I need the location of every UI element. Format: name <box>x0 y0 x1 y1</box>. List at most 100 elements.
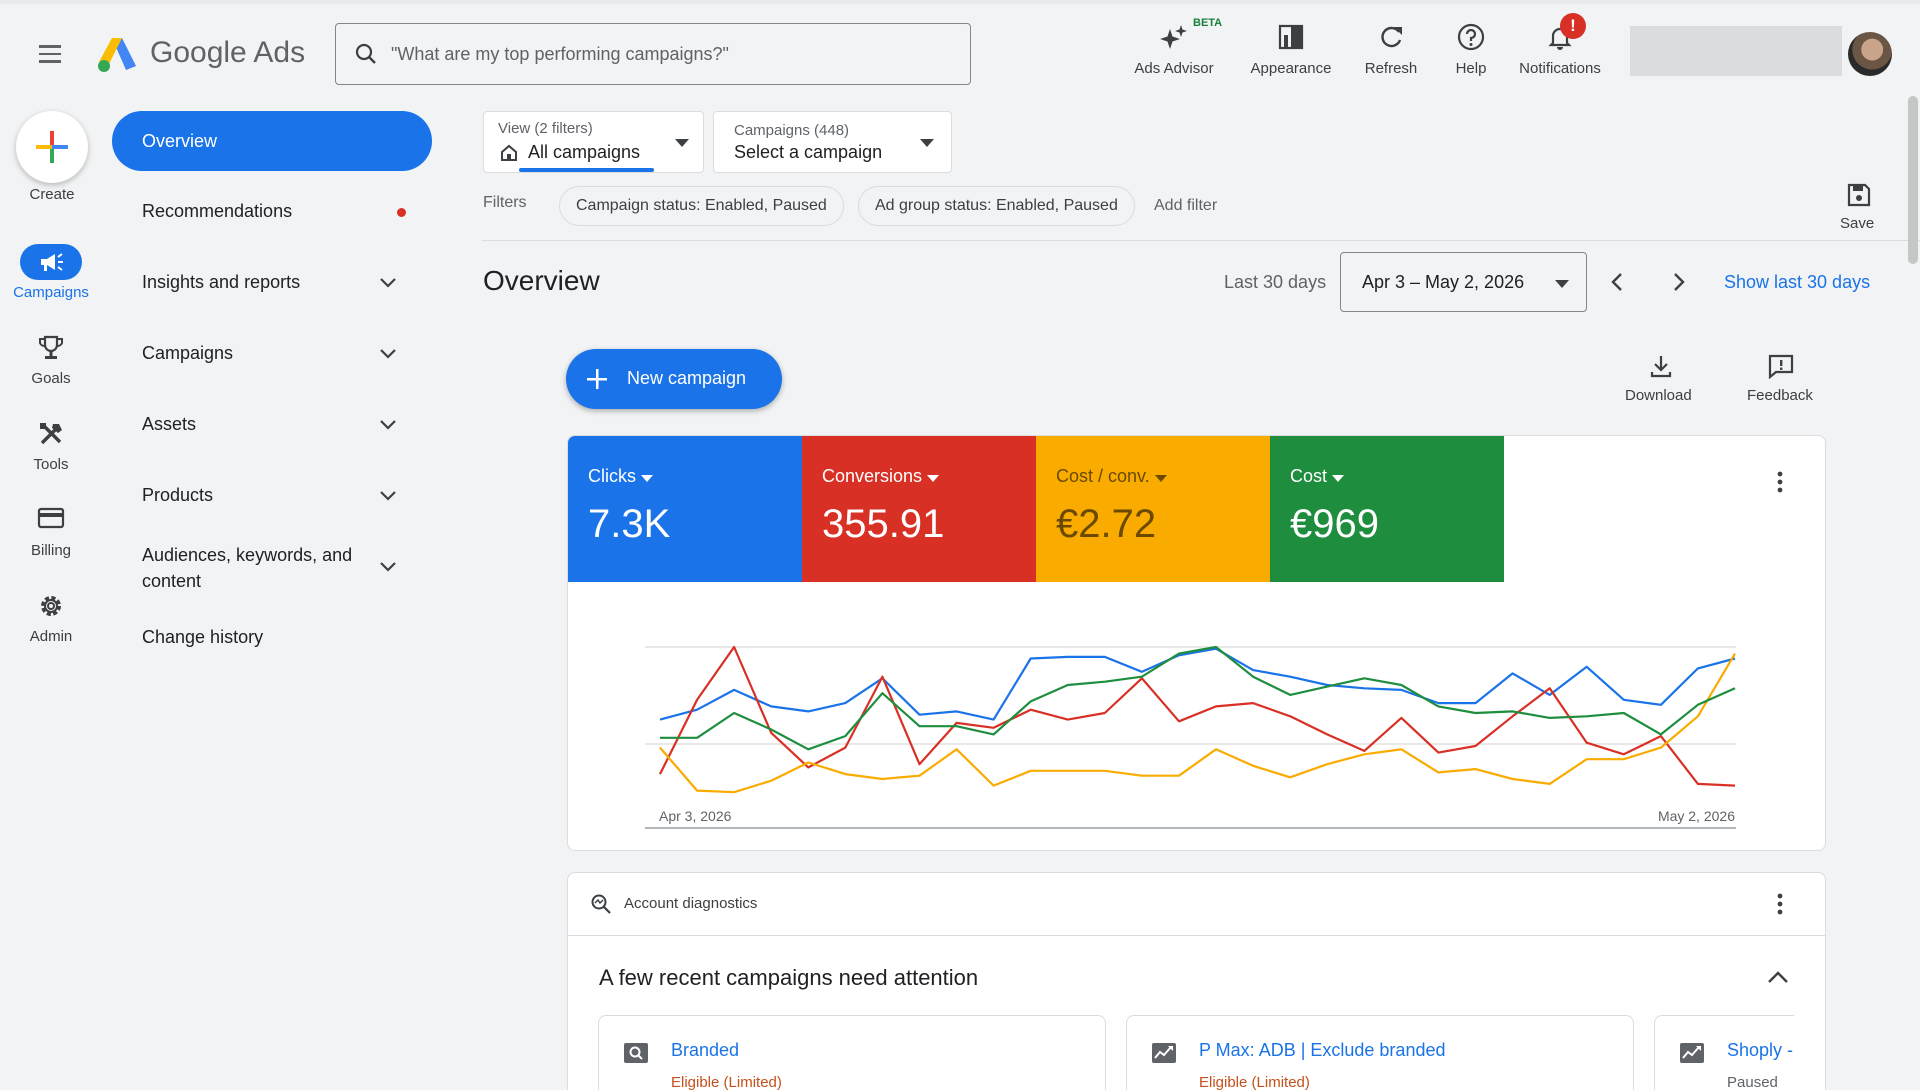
view-filter-dropdown[interactable]: View (2 filters) All campaigns <box>483 111 704 173</box>
nav-campaigns[interactable]: Campaigns <box>142 343 233 364</box>
page-title: Overview <box>483 265 600 296</box>
filters-label: Filters <box>483 194 527 211</box>
rail-campaigns-label: Campaigns <box>13 284 89 301</box>
avatar[interactable] <box>1848 32 1892 76</box>
metric-tile-conversions[interactable]: Conversions 355.91 <box>802 436 1036 582</box>
nav-products[interactable]: Products <box>142 485 213 506</box>
rail-goals-label: Goals <box>31 370 71 387</box>
series-line-cost <box>660 645 1736 751</box>
campaign-name[interactable]: P Max: ADB | Exclude branded <box>1199 1040 1445 1061</box>
account-selector[interactable] <box>1630 26 1842 76</box>
sparkle-icon <box>1160 25 1187 49</box>
nav-insights-and-reports[interactable]: Insights and reports <box>142 272 300 293</box>
dropdown-arrow-icon <box>920 139 934 147</box>
active-view-indicator <box>519 168 654 172</box>
rail-tools-label: Tools <box>33 456 69 473</box>
campaign-name[interactable]: Branded <box>671 1040 739 1061</box>
save-button[interactable]: Save <box>1840 215 1874 232</box>
rail-billing-label: Billing <box>30 542 72 559</box>
megaphone-icon <box>41 253 63 271</box>
nav-assets[interactable]: Assets <box>142 414 196 435</box>
metric-value: 355.91 <box>822 502 945 546</box>
divider <box>482 240 1920 241</box>
dropdown-arrow-icon <box>675 139 689 147</box>
line-chart: Apr 3, 2026 May 2, 2026 <box>645 645 1736 829</box>
recommendations-dot <box>397 208 406 217</box>
refresh-button[interactable]: Refresh <box>1360 20 1422 77</box>
google-ads-logo[interactable] <box>96 36 138 74</box>
beta-badge: BETA <box>1193 17 1223 29</box>
chevron-down-icon[interactable] <box>378 276 398 290</box>
range-label: Last 30 days <box>1224 272 1327 292</box>
chevron-up-icon[interactable] <box>1766 969 1790 985</box>
appearance-button[interactable]: Appearance <box>1242 20 1340 77</box>
tools-icon <box>40 423 62 445</box>
dropdown-arrow-icon <box>927 475 940 482</box>
new-campaign-button[interactable]: New campaign <box>566 349 782 409</box>
rail-admin[interactable] <box>1 592 101 620</box>
filter-chip-ad-group-status[interactable]: Ad group status: Enabled, Paused <box>858 186 1135 226</box>
nav-change-history[interactable]: Change history <box>142 627 263 648</box>
pmax-campaign-icon <box>1152 1043 1176 1063</box>
nav-overview[interactable]: Overview <box>112 111 432 171</box>
plus-icon <box>36 131 68 163</box>
feedback-button[interactable]: Feedback <box>1747 387 1813 404</box>
trophy-icon <box>39 335 63 359</box>
chevron-down-icon[interactable] <box>378 347 398 361</box>
home-icon <box>501 144 517 161</box>
search-icon <box>355 43 376 64</box>
show-last-30-days-link[interactable]: Show last 30 days <box>1724 272 1870 293</box>
metric-tile-clicks[interactable]: Clicks 7.3K <box>568 436 802 582</box>
more-vert-icon[interactable] <box>1777 471 1783 493</box>
chevron-right-icon[interactable] <box>1668 271 1688 293</box>
download-button[interactable]: Download <box>1625 387 1692 404</box>
gear-icon <box>41 596 61 616</box>
dropdown-arrow-icon <box>1332 475 1345 482</box>
campaign-status: Eligible (Limited) <box>671 1074 782 1090</box>
metric-tile-cost[interactable]: Cost €969 <box>1270 436 1504 582</box>
top-bar: Google Ads "What are my top performing c… <box>0 0 1920 100</box>
campaign-card[interactable]: Branded Eligible (Limited) <box>598 1015 1106 1090</box>
date-range-value: Apr 3 – May 2, 2026 <box>1362 272 1525 292</box>
chevron-left-icon[interactable] <box>1608 271 1628 293</box>
refresh-icon <box>1381 26 1402 48</box>
help-icon <box>1457 23 1485 51</box>
campaign-card[interactable]: Shoply - Paused <box>1654 1015 1794 1090</box>
scrollbar-thumb[interactable] <box>1908 96 1918 264</box>
chevron-down-icon[interactable] <box>378 418 398 432</box>
x-tick-start: Apr 3, 2026 <box>659 808 732 824</box>
dropdown-arrow-icon <box>1555 280 1569 288</box>
more-vert-icon[interactable] <box>1777 893 1783 915</box>
create-button[interactable] <box>16 111 88 183</box>
feedback-icon[interactable] <box>1767 353 1795 379</box>
create-label: Create <box>29 186 75 203</box>
dropdown-arrow-icon <box>1154 475 1167 482</box>
date-range-picker[interactable]: Apr 3 – May 2, 2026 <box>1340 252 1587 312</box>
nav-audiences-keywords-content[interactable]: Audiences, keywords, and content <box>142 542 382 594</box>
nav-recommendations[interactable]: Recommendations <box>142 201 292 222</box>
pmax-campaign-icon <box>1680 1043 1704 1063</box>
help-button[interactable]: Help <box>1450 20 1492 77</box>
search-placeholder: "What are my top performing campaigns?" <box>391 44 729 64</box>
metric-tile-cost-per-conv[interactable]: Cost / conv. €2.72 <box>1036 436 1270 582</box>
chevron-down-icon[interactable] <box>378 489 398 503</box>
search-campaign-icon <box>624 1043 648 1063</box>
rail-tools[interactable] <box>1 420 101 448</box>
save-icon[interactable] <box>1846 182 1872 208</box>
plus-icon <box>587 369 607 389</box>
rail-billing[interactable] <box>1 506 101 530</box>
rail-goals[interactable] <box>1 334 101 362</box>
metric-value: €2.72 <box>1056 502 1157 546</box>
download-icon[interactable] <box>1648 353 1674 379</box>
filter-chip-campaign-status[interactable]: Campaign status: Enabled, Paused <box>559 186 844 226</box>
campaign-selector-dropdown[interactable]: Campaigns (448) Select a campaign <box>713 111 952 173</box>
chevron-down-icon[interactable] <box>378 560 398 574</box>
add-filter-button[interactable]: Add filter <box>1154 197 1217 215</box>
campaign-card[interactable]: P Max: ADB | Exclude branded Eligible (L… <box>1126 1015 1634 1090</box>
menu-icon[interactable] <box>34 38 66 70</box>
rail-campaigns[interactable] <box>20 244 82 280</box>
campaign-name[interactable]: Shoply - <box>1727 1040 1793 1061</box>
diagnostics-icon <box>591 894 611 914</box>
x-tick-end: May 2, 2026 <box>1658 808 1735 824</box>
search-input[interactable]: "What are my top performing campaigns?" <box>335 23 971 85</box>
